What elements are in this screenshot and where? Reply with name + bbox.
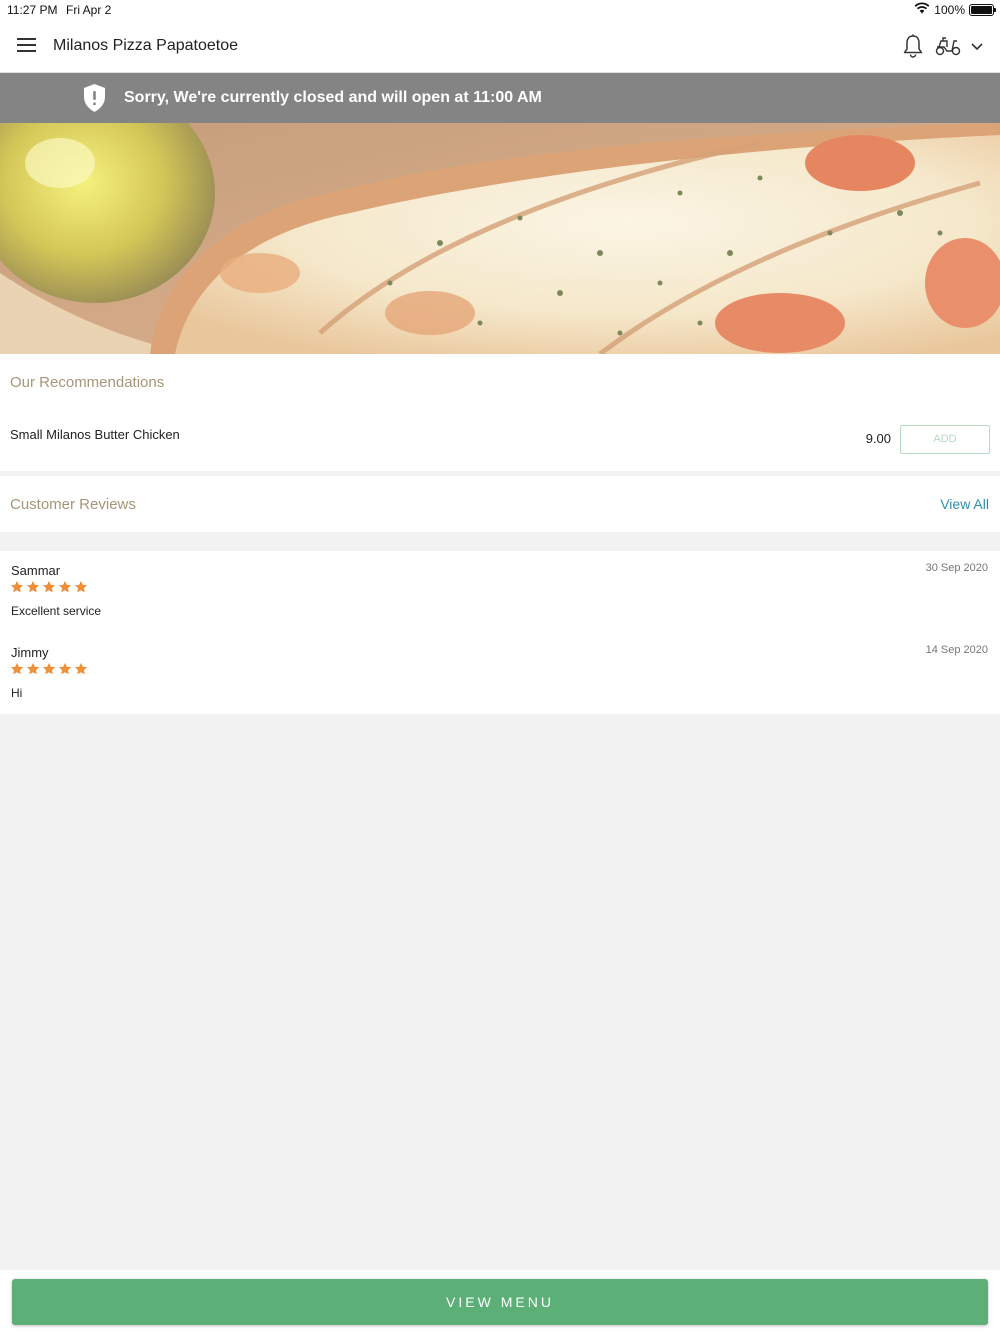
star-icon <box>26 580 40 593</box>
page-title: Milanos Pizza Papatoetoe <box>53 37 238 54</box>
reviews-header: Customer Reviews View All <box>0 476 1000 532</box>
closed-message: Sorry, We're currently closed and will o… <box>124 89 542 106</box>
menu-icon[interactable] <box>17 38 36 54</box>
battery-icon <box>969 3 996 16</box>
review-item: Jimmy 14 Sep 2020 Hi <box>0 633 1000 713</box>
reviews-list: Sammar 30 Sep 2020 Excellent service Jim… <box>0 551 1000 714</box>
star-icon <box>42 662 56 675</box>
review-date: 30 Sep 2020 <box>925 562 988 574</box>
status-time: 11:27 PM <box>7 3 58 17</box>
recommendation-item-name[interactable]: Small Milanos Butter Chicken <box>10 427 180 442</box>
shield-alert-icon <box>83 83 106 113</box>
closed-banner: Sorry, We're currently closed and will o… <box>0 73 1000 123</box>
reviews-title: Customer Reviews <box>10 496 136 513</box>
star-icon <box>58 662 72 675</box>
view-all-reviews-link[interactable]: View All <box>940 496 989 512</box>
review-rating <box>10 662 88 676</box>
scooter-icon[interactable] <box>935 36 961 56</box>
recommendations-section: Our Recommendations Small Milanos Butter… <box>0 354 1000 471</box>
star-icon <box>74 662 88 675</box>
app-header: Milanos Pizza Papatoetoe <box>0 20 1000 73</box>
battery-fill <box>971 5 992 14</box>
recommendations-title: Our Recommendations <box>10 374 165 391</box>
wifi-icon <box>914 2 930 17</box>
review-date: 14 Sep 2020 <box>925 644 988 656</box>
chevron-down-icon[interactable] <box>970 40 984 52</box>
star-icon <box>58 580 72 593</box>
status-indicators: 100% <box>914 2 996 17</box>
battery-percent: 100% <box>934 2 965 17</box>
bottom-bar: VIEW MENU <box>0 1270 1000 1334</box>
star-icon <box>74 580 88 593</box>
status-date: Fri Apr 2 <box>66 3 112 17</box>
review-item: Sammar 30 Sep 2020 Excellent service <box>0 551 1000 631</box>
hero-pizza-image <box>0 123 1000 354</box>
review-rating <box>10 580 88 594</box>
bell-icon[interactable] <box>902 34 924 58</box>
star-icon <box>26 662 40 675</box>
review-author: Sammar <box>11 563 61 578</box>
review-author: Jimmy <box>11 645 49 660</box>
star-icon <box>42 580 56 593</box>
review-text: Excellent service <box>11 604 102 618</box>
view-menu-button[interactable]: VIEW MENU <box>12 1279 988 1325</box>
star-icon <box>10 662 24 675</box>
recommendation-item-price: 9.00 <box>865 431 891 446</box>
add-to-cart-button[interactable]: ADD <box>900 425 990 454</box>
review-text: Hi <box>11 686 23 700</box>
star-icon <box>10 580 24 593</box>
status-bar: 11:27 PM Fri Apr 2 100% <box>0 0 1000 20</box>
